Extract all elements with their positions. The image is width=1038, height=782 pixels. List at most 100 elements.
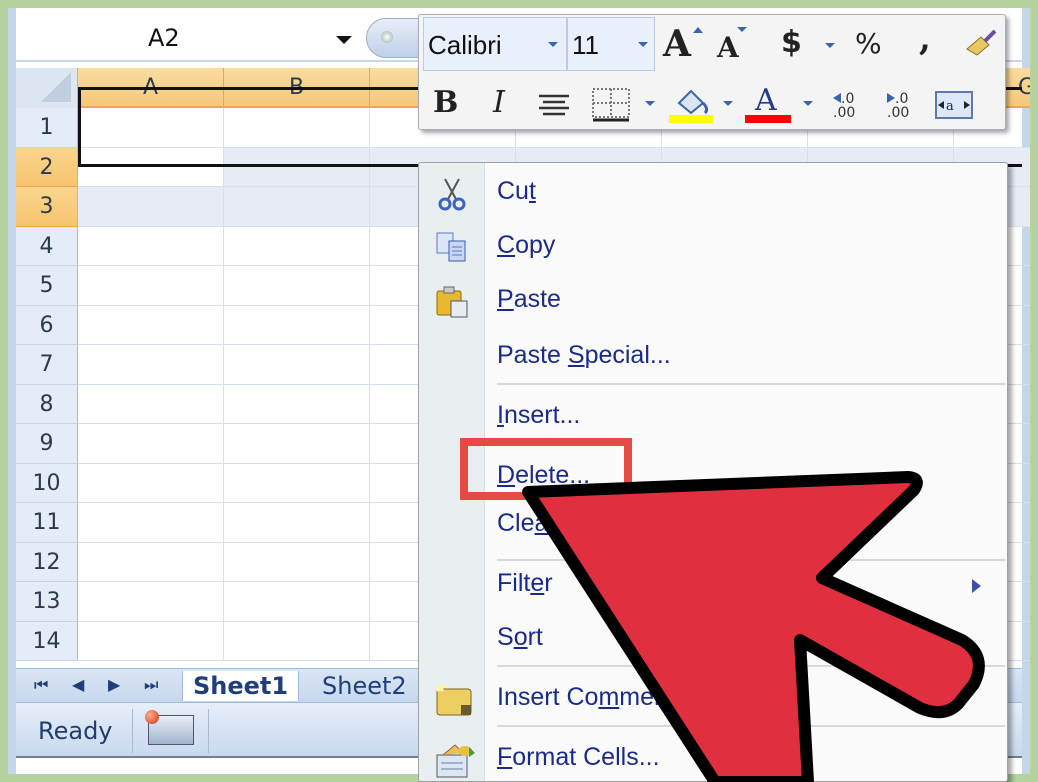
menu-item-paste[interactable]: Paste [419, 279, 1007, 325]
decrease-decimal-icon[interactable]: .0 .00 [885, 89, 921, 121]
first-sheet-icon[interactable]: ⏮ [34, 675, 48, 695]
name-box-dropdown-icon[interactable] [336, 36, 352, 44]
cell-a14[interactable] [78, 621, 224, 661]
percent-button[interactable]: % [855, 27, 882, 60]
menu-item-label: Paste [497, 285, 561, 313]
cell-b10[interactable] [224, 463, 370, 503]
row-header-5[interactable]: 5 [16, 266, 78, 306]
comma-style-button[interactable]: , [919, 19, 931, 59]
cell-b4[interactable] [224, 226, 370, 266]
sheet-tab-sheet1[interactable]: Sheet1 [182, 671, 300, 701]
shrink-font-button[interactable]: A [717, 31, 739, 64]
fill-color-icon[interactable] [671, 87, 715, 117]
row-header-14[interactable]: 14 [16, 621, 78, 661]
cell-a3[interactable] [78, 187, 224, 227]
cell-b1[interactable] [224, 108, 370, 148]
cell-a4[interactable] [78, 226, 224, 266]
prev-sheet-icon[interactable]: ◀ [72, 675, 84, 694]
column-header-a[interactable]: A [78, 68, 224, 108]
center-align-icon[interactable] [537, 93, 571, 119]
last-sheet-icon[interactable]: ⏭ [144, 675, 158, 695]
cell-b8[interactable] [224, 384, 370, 424]
menu-item-insert[interactable]: Insert... [419, 395, 1007, 441]
sheet-tab-sheet2[interactable]: Sheet2 [312, 671, 417, 701]
font-color-button[interactable]: A [755, 83, 777, 118]
row-header-1[interactable]: 1 [16, 108, 78, 148]
cell-b11[interactable] [224, 503, 370, 543]
cell-a12[interactable] [78, 542, 224, 582]
row-header-7[interactable]: 7 [16, 345, 78, 385]
menu-item-label: Insert Comment [497, 683, 675, 711]
row-header-12[interactable]: 12 [16, 542, 78, 582]
context-menu: Cut Copy Paste Paste Special... Insert... Del… [418, 162, 1008, 782]
row-header-8[interactable]: 8 [16, 384, 78, 424]
cell-a9[interactable] [78, 424, 224, 464]
menu-item-cut[interactable]: Cut [419, 171, 1007, 217]
format-painter-icon[interactable] [963, 27, 997, 57]
menu-item-clear-contents[interactable]: Clear Contents [419, 503, 1007, 549]
row-header-6[interactable]: 6 [16, 305, 78, 345]
cell-a8[interactable] [78, 384, 224, 424]
font-size-box[interactable]: 11 [567, 17, 655, 71]
cell-b12[interactable] [224, 542, 370, 582]
shrink-font-icon: A [717, 31, 739, 64]
cell-a1[interactable] [78, 108, 224, 148]
menu-item-paste-special[interactable]: Paste Special... [419, 335, 1007, 381]
font-color-dropdown-icon[interactable] [803, 101, 813, 106]
cell-a10[interactable] [78, 463, 224, 503]
svg-text:a: a [946, 99, 954, 114]
macro-record-icon[interactable] [145, 710, 194, 745]
select-all-button[interactable] [16, 68, 78, 108]
format-cells-icon [435, 743, 475, 778]
borders-icon[interactable] [591, 87, 631, 123]
name-box[interactable]: A2 [20, 18, 360, 58]
fill-color-dropdown-icon[interactable] [723, 101, 733, 106]
italic-button[interactable]: I [493, 85, 505, 120]
handle-dot-icon [381, 31, 393, 43]
increase-decimal-icon[interactable]: .0 .00 [831, 89, 867, 121]
cell-a5[interactable] [78, 266, 224, 306]
menu-item-delete[interactable]: Delete... [419, 455, 1007, 501]
menu-item-sort[interactable]: Sort [419, 617, 1007, 663]
grow-font-button[interactable]: A [663, 23, 691, 65]
cell-b6[interactable] [224, 305, 370, 345]
row-header-13[interactable]: 13 [16, 582, 78, 622]
cell-a2[interactable] [78, 147, 224, 187]
menu-item-filter[interactable]: Filter [419, 563, 1007, 609]
row-header-4[interactable]: 4 [16, 226, 78, 266]
bold-button[interactable]: B [433, 85, 458, 120]
cell-b3[interactable] [224, 187, 370, 227]
menu-item-insert-comment[interactable]: Insert Comment [419, 677, 1007, 723]
font-size-dropdown-icon[interactable] [638, 42, 648, 47]
borders-dropdown-icon[interactable] [645, 101, 655, 106]
row-header-9[interactable]: 9 [16, 424, 78, 464]
menu-item-copy[interactable]: Copy [419, 225, 1007, 271]
cell-a11[interactable] [78, 503, 224, 543]
select-all-triangle-icon [41, 72, 71, 102]
currency-button[interactable]: $ [781, 25, 802, 60]
font-name-dropdown-icon[interactable] [548, 42, 558, 47]
cell-a6[interactable] [78, 305, 224, 345]
cell-a13[interactable] [78, 582, 224, 622]
cell-b9[interactable] [224, 424, 370, 464]
row-header-2[interactable]: 2 [16, 147, 78, 187]
record-ball-icon [145, 710, 159, 724]
column-header-b[interactable]: B [224, 68, 370, 108]
cell-a7[interactable] [78, 345, 224, 385]
cell-b14[interactable] [224, 621, 370, 661]
cell-b5[interactable] [224, 266, 370, 306]
menu-item-format-cells[interactable]: Format Cells... [419, 737, 1007, 781]
cell-b13[interactable] [224, 582, 370, 622]
cell-b2[interactable] [224, 147, 370, 187]
font-name-box[interactable]: Calibri [423, 17, 567, 71]
menu-item-label: Paste Special... [497, 341, 671, 369]
currency-dropdown-icon[interactable] [825, 43, 835, 48]
menu-item-label: Filter [497, 569, 553, 597]
row-header-10[interactable]: 10 [16, 463, 78, 503]
row-header-11[interactable]: 11 [16, 503, 78, 543]
merge-center-icon[interactable]: a [935, 91, 973, 119]
row-header-3[interactable]: 3 [16, 187, 78, 227]
next-sheet-icon[interactable]: ▶ [108, 675, 120, 694]
menu-separator [497, 725, 1005, 727]
cell-b7[interactable] [224, 345, 370, 385]
